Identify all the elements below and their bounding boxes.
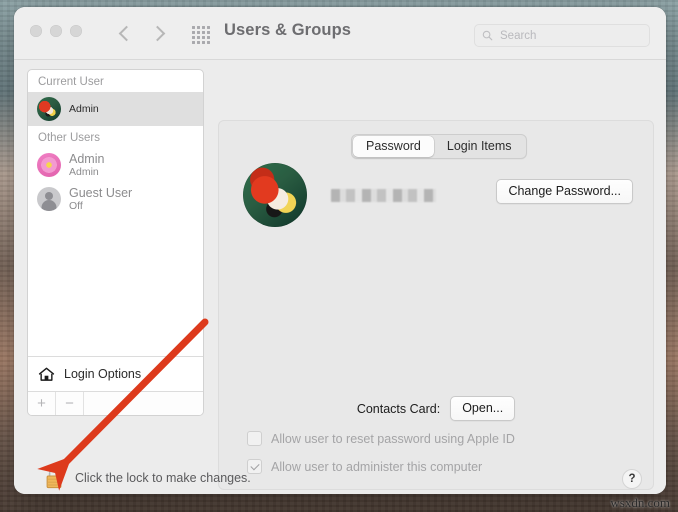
forward-chevron-icon[interactable] (148, 20, 170, 46)
user-role: Admin (69, 102, 99, 115)
back-chevron-icon[interactable] (114, 20, 136, 46)
lock-hint-text: Click the lock to make changes. (75, 471, 251, 485)
window-titlebar: Users & Groups (14, 7, 666, 60)
group-header-other-users: Other Users (38, 132, 100, 144)
checkbox-administer-computer[interactable]: Allow user to administer this computer (247, 459, 482, 474)
user-header (243, 163, 436, 227)
minimize-button[interactable] (50, 25, 62, 37)
sidebar-item-guest-user[interactable]: Guest User Off (28, 182, 203, 216)
sidebar-item-login-options[interactable]: Login Options (28, 356, 203, 391)
remove-user-button[interactable]: − (56, 392, 84, 415)
close-button[interactable] (30, 25, 42, 37)
checkmark-icon (249, 461, 260, 471)
user-name: Admin (69, 151, 105, 166)
watermark: wsxdn.com (610, 495, 670, 510)
sidebar-item-admin[interactable]: Admin Admin (28, 148, 203, 182)
change-password-button[interactable]: Change Password... (496, 179, 633, 204)
open-contacts-card-button[interactable]: Open... (450, 396, 516, 421)
avatar (37, 153, 61, 177)
avatar (37, 187, 61, 211)
contacts-card-row: Contacts Card: Open... (219, 396, 653, 421)
users-sidebar: Current User Admin Other Users Admin Adm… (27, 69, 204, 416)
sidebar-toolbar: + − (28, 391, 203, 415)
help-button[interactable]: ? (622, 469, 642, 489)
redacted-display-name (331, 188, 436, 202)
user-name: Guest User (69, 185, 133, 200)
lock-control[interactable]: Click the lock to make changes. (44, 466, 251, 490)
checkbox-box[interactable] (247, 431, 262, 446)
closed-padlock-icon[interactable] (44, 466, 64, 490)
search-field[interactable] (474, 24, 650, 47)
window-body: Current User Admin Other Users Admin Adm… (14, 60, 666, 494)
contacts-card-label: Contacts Card: (356, 401, 441, 416)
avatar[interactable] (243, 163, 307, 227)
checkbox-label: Allow user to reset password using Apple… (271, 431, 515, 446)
add-user-button[interactable]: + (28, 392, 56, 415)
password-pane: Change Password... Contacts Card: Open..… (218, 120, 654, 490)
tab-password[interactable]: Password (353, 136, 434, 157)
checkbox-label: Allow user to administer this computer (271, 459, 483, 474)
page-title: Users & Groups (224, 21, 352, 39)
search-input[interactable] (498, 28, 642, 43)
tab-login-items[interactable]: Login Items (434, 136, 525, 157)
avatar (37, 97, 61, 121)
login-options-label: Login Options (64, 367, 142, 381)
user-role: Off (69, 200, 83, 213)
checkbox-reset-password-apple-id[interactable]: Allow user to reset password using Apple… (247, 431, 515, 446)
home-icon (38, 367, 55, 382)
user-role: Admin (69, 166, 99, 179)
traffic-light-buttons (30, 25, 82, 37)
zoom-button[interactable] (70, 25, 82, 37)
system-preferences-window: Users & Groups Current User Admin (14, 7, 666, 494)
search-icon (482, 30, 493, 41)
show-all-preferences-grid-icon[interactable] (192, 26, 210, 44)
sidebar-item-current-user[interactable]: Admin (28, 92, 203, 126)
tab-bar: Password Login Items (351, 134, 527, 159)
group-header-current-user: Current User (38, 76, 104, 88)
